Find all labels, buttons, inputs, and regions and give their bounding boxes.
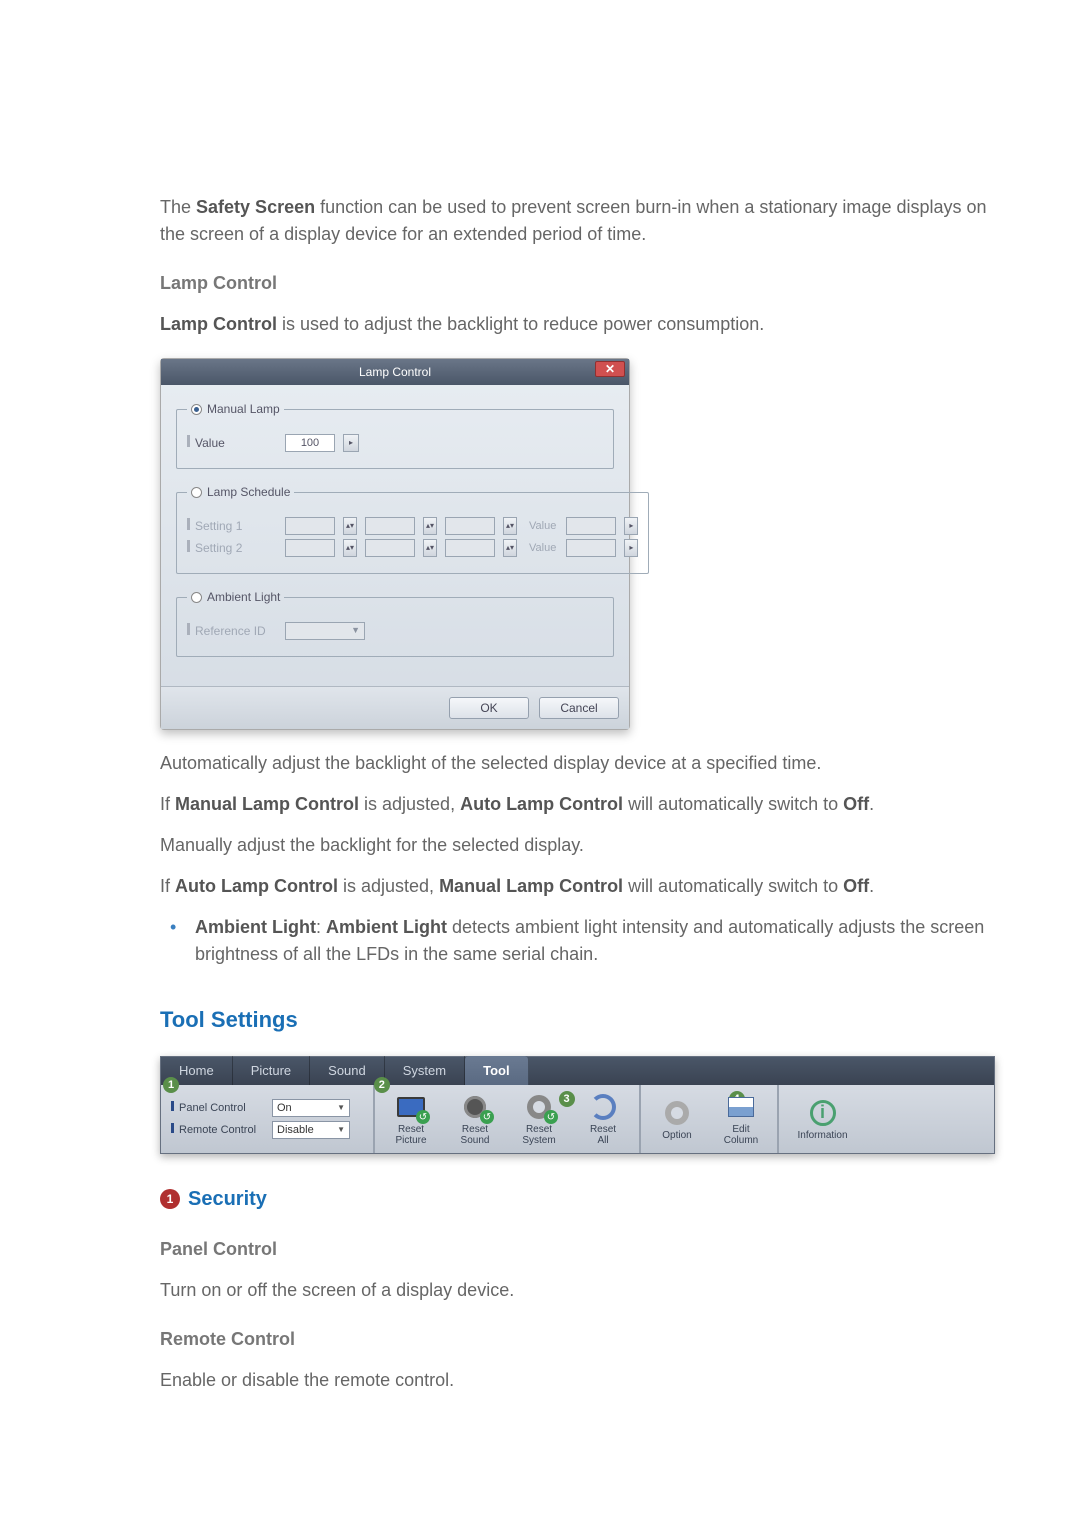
- lamp-control-desc: Lamp Control is used to adjust the backl…: [160, 311, 1000, 338]
- ambient-light-radio[interactable]: [191, 592, 202, 603]
- spin-icon: ▴▾: [503, 517, 517, 535]
- information-button[interactable]: i Information: [785, 1089, 860, 1149]
- dialog-header: Lamp Control ✕: [161, 359, 629, 385]
- setting1-min-input: [365, 517, 415, 535]
- auto-adjust-text: Automatically adjust the backlight of th…: [160, 750, 1000, 777]
- remote-control-label: Remote Control: [171, 1122, 266, 1139]
- tab-picture[interactable]: Picture: [233, 1056, 310, 1086]
- spin-icon: ▴▾: [423, 539, 437, 557]
- close-icon[interactable]: ✕: [595, 361, 625, 377]
- tab-home[interactable]: Home 1: [161, 1056, 233, 1086]
- option-button[interactable]: Option: [647, 1089, 707, 1149]
- tab-tool[interactable]: Tool: [465, 1056, 528, 1086]
- edit-column-button[interactable]: EditColumn: [711, 1089, 771, 1149]
- reset-all-icon: [586, 1092, 620, 1122]
- spin-icon: ▸: [624, 517, 638, 535]
- manual-lamp-radio[interactable]: [191, 404, 202, 415]
- remote-control-desc: Enable or disable the remote control.: [160, 1367, 1000, 1394]
- reset-picture-button[interactable]: ↺ ResetPicture: [381, 1089, 441, 1149]
- security-group: Panel Control On▼ Remote Control Disable…: [161, 1085, 375, 1153]
- remote-control-heading: Remote Control: [160, 1326, 1000, 1353]
- chevron-down-icon: ▼: [351, 624, 360, 638]
- marker-3: 3: [559, 1091, 575, 1107]
- setting2-min-input: [365, 539, 415, 557]
- lamp-schedule-radio[interactable]: [191, 487, 202, 498]
- panel-control-label: Panel Control: [171, 1100, 266, 1117]
- setting2-ampm-input: [445, 539, 495, 557]
- lamp-schedule-group: Lamp Schedule Setting 1 ▴▾ ▴▾ ▴▾ Value ▸…: [176, 483, 649, 574]
- ambient-light-group: Ambient Light Reference ID ▼: [176, 588, 614, 657]
- picture-icon: ↺: [394, 1092, 428, 1122]
- panel-control-desc: Turn on or off the screen of a display d…: [160, 1277, 1000, 1304]
- tab-system[interactable]: System: [385, 1056, 465, 1086]
- manual-adjust-text: Manually adjust the backlight for the se…: [160, 832, 1000, 859]
- dialog-title: Lamp Control: [359, 363, 431, 381]
- system-icon: ↺: [522, 1092, 556, 1122]
- lamp-control-dialog: Lamp Control ✕ Manual Lamp Value 100 ▸ L…: [160, 358, 630, 730]
- panel-control-select[interactable]: On▼: [272, 1099, 350, 1117]
- gear-icon: [660, 1098, 694, 1128]
- cancel-button[interactable]: Cancel: [539, 697, 619, 719]
- setting2-label: Setting 2: [187, 539, 277, 557]
- spin-icon: ▴▾: [503, 539, 517, 557]
- security-section-heading: 1 Security: [160, 1184, 1000, 1214]
- safety-screen-paragraph: The Safety Screen function can be used t…: [160, 194, 1000, 248]
- value-label: Value: [187, 434, 277, 452]
- setting1-value-input: [566, 517, 616, 535]
- section-number-icon: 1: [160, 1189, 180, 1209]
- panel-control-heading: Panel Control: [160, 1236, 1000, 1263]
- manual-lamp-note: If Manual Lamp Control is adjusted, Auto…: [160, 791, 1000, 818]
- value-slider-button[interactable]: ▸: [343, 434, 359, 452]
- spin-icon: ▴▾: [343, 517, 357, 535]
- tool-settings-heading: Tool Settings: [160, 1003, 1000, 1036]
- tab-sound[interactable]: Sound 2: [310, 1056, 385, 1086]
- reference-id-dropdown: ▼: [285, 622, 365, 640]
- spin-icon: ▴▾: [423, 517, 437, 535]
- setting1-label: Setting 1: [187, 517, 277, 535]
- reset-all-button[interactable]: ResetAll: [573, 1089, 633, 1149]
- reference-id-label: Reference ID: [187, 622, 277, 640]
- tool-ribbon: Home 1 Picture Sound 2 System Tool 3 4 P…: [160, 1056, 995, 1154]
- lamp-control-heading: Lamp Control: [160, 270, 1000, 297]
- auto-lamp-note: If Auto Lamp Control is adjusted, Manual…: [160, 873, 1000, 900]
- manual-lamp-value-input[interactable]: 100: [285, 434, 335, 452]
- setting2-value-input: [566, 539, 616, 557]
- chevron-down-icon: ▼: [337, 1124, 345, 1136]
- setting1-ampm-input: [445, 517, 495, 535]
- sound-icon: ↺: [458, 1092, 492, 1122]
- marker-1: 1: [163, 1077, 179, 1093]
- info-icon: i: [806, 1098, 840, 1128]
- reset-sound-button[interactable]: ↺ ResetSound: [445, 1089, 505, 1149]
- ok-button[interactable]: OK: [449, 697, 529, 719]
- remote-control-select[interactable]: Disable▼: [272, 1121, 350, 1139]
- chevron-down-icon: ▼: [337, 1102, 345, 1114]
- manual-lamp-group: Manual Lamp Value 100 ▸: [176, 400, 614, 469]
- table-icon: [724, 1092, 758, 1122]
- setting2-hour-input: [285, 539, 335, 557]
- spin-icon: ▴▾: [343, 539, 357, 557]
- setting1-hour-input: [285, 517, 335, 535]
- spin-icon: ▸: [624, 539, 638, 557]
- ambient-light-bullet: Ambient Light: Ambient Light detects amb…: [190, 914, 1000, 968]
